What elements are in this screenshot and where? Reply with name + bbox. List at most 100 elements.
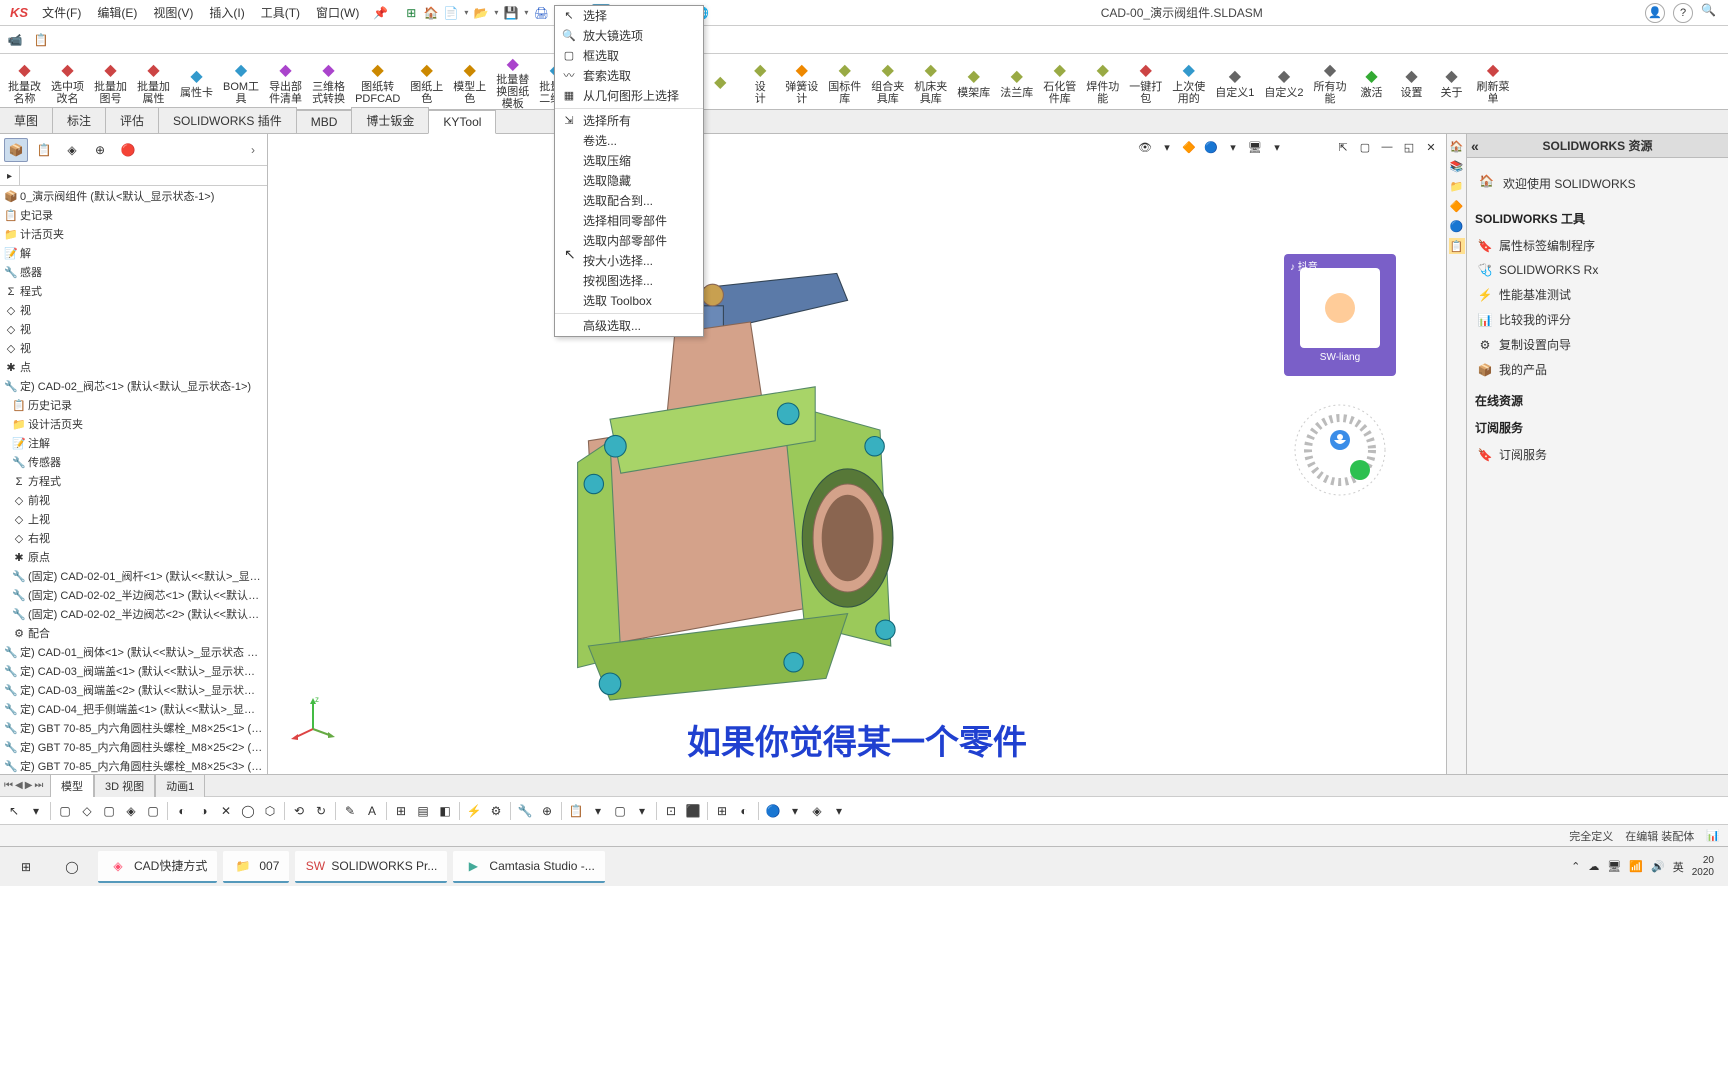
select-menu-item[interactable]: ▢框选取 [555,46,703,66]
tree-item[interactable]: ◇视 [0,302,267,321]
tree-item[interactable]: 📁计活页夹 [0,226,267,245]
menu-edit[interactable]: 编辑(E) [89,0,145,25]
tree-item[interactable]: ⚙配合 [0,625,267,644]
bottom-tool[interactable]: 🔵 [763,801,783,821]
menu-view[interactable]: 视图(V) [145,0,201,25]
bottom-tool[interactable]: ◇ [77,801,97,821]
prev-icon[interactable]: ◀ [15,780,23,791]
ft-tab-1[interactable]: 📦 [4,138,28,162]
status-unit-icon[interactable]: 📊 [1706,829,1720,842]
select-menu-item[interactable]: ↖选择 [555,6,703,26]
ft-sub-1[interactable]: ▸ [0,166,20,186]
select-menu-item[interactable]: 选取配合到... [555,191,703,211]
bottom-tool[interactable]: ✎ [340,801,360,821]
ribbon-btn-30[interactable]: ◆所有功 能 [1310,56,1351,108]
home-icon[interactable]: 🏠 [422,4,440,22]
tray-up-icon[interactable]: ⌃ [1571,860,1580,873]
ribbon-btn-0[interactable]: ◆批量改 名称 [4,56,45,108]
bottom-tool[interactable]: ✕ [216,801,236,821]
tp-item[interactable]: 🔖订阅服务 [1475,442,1720,467]
pin-icon[interactable]: 📌 [367,6,394,20]
ribbon-btn-10[interactable]: ◆模型上 色 [449,56,490,108]
tree-item[interactable]: 🔧定) CAD-02_阀芯<1> (默认<默认_显示状态-1>) [0,378,267,397]
collapse-icon[interactable]: « [1471,138,1479,154]
taskbar-folder[interactable]: 📁007 [223,851,289,883]
bottom-tool[interactable]: ▢ [143,801,163,821]
tree-item[interactable]: 📁设计活页夹 [0,416,267,435]
system-tray[interactable]: ⌃ ☁ 🖥 📶 🔊 英 202020 [1571,855,1722,879]
bottom-tool[interactable]: A [362,801,382,821]
ribbon-btn-34[interactable]: ◆刷新菜 单 [1473,56,1514,108]
tp-item[interactable]: 📦我的产品 [1475,357,1720,382]
tree-item[interactable]: 🔧(固定) CAD-02-02_半边阀芯<1> (默认<<默认>_显示状 [0,587,267,606]
tray-ime[interactable]: 英 [1673,859,1684,875]
menu-window[interactable]: 窗口(W) [308,0,367,25]
select-menu-item[interactable]: 选取隐藏 [555,171,703,191]
select-menu-item[interactable]: 选择相同零部件 [555,211,703,231]
bottom-tool[interactable]: ▢ [55,801,75,821]
view-triad[interactable]: z [288,694,338,744]
bottom-tool[interactable]: ⟲ [289,801,309,821]
bottom-tool[interactable]: ▢ [99,801,119,821]
menu-tools[interactable]: 工具(T) [253,0,308,25]
ribbon-btn-29[interactable]: ◆自定义2 [1260,56,1307,108]
ribbon-btn-11[interactable]: ◆批量替 换图纸 模板 [492,56,533,108]
save-icon[interactable]: 💾 [502,4,520,22]
ft-tab-5[interactable]: 🔴 [116,138,140,162]
bottom-tool[interactable]: ⊕ [537,801,557,821]
tab-KYTool[interactable]: KYTool [428,110,496,134]
ribbon-btn-2[interactable]: ◆批量加 图号 [90,56,131,108]
ribbon-btn-26[interactable]: ◆一键打 包 [1125,56,1166,108]
ribbon-btn-22[interactable]: ◆模架库 [953,56,994,108]
ft-tab-3[interactable]: ◈ [60,138,84,162]
ribbon-btn-21[interactable]: ◆机床夹 具库 [910,56,951,108]
ribbon-btn-16[interactable]: ◆ [701,56,739,108]
bottom-tool[interactable]: ◐ [734,801,754,821]
tab-SOLIDWORKS 插件[interactable]: SOLIDWORKS 插件 [158,107,297,133]
menu-insert[interactable]: 插入(I) [201,0,252,25]
bottom-tool[interactable]: ▢ [610,801,630,821]
tree-item[interactable]: ◇视 [0,321,267,340]
dropdown-icon[interactable]: ▾ [522,8,530,17]
tree-item[interactable]: 🔧定) CAD-01_阀体<1> (默认<<默认>_显示状态 1>) [0,644,267,663]
select-menu-item[interactable]: 卷选... [555,131,703,151]
tp-tab-view[interactable]: 🔶 [1449,198,1465,214]
tp-tab-file[interactable]: 📁 [1449,178,1465,194]
tab-model[interactable]: 模型 [50,774,94,797]
menu-file[interactable]: 文件(F) [34,0,89,25]
tree-item[interactable]: ◇视 [0,340,267,359]
bottom-tool[interactable]: 📋 [566,801,586,821]
tree-item[interactable]: ✱原点 [0,549,267,568]
tree-item[interactable]: 🔧感器 [0,264,267,283]
bottom-tool[interactable]: ⬡ [260,801,280,821]
ribbon-btn-33[interactable]: ◆关于 [1433,56,1471,108]
help-icon[interactable]: ? [1673,3,1693,23]
bottom-tool[interactable]: ▾ [632,801,652,821]
welcome-row[interactable]: 🏠 欢迎使用 SOLIDWORKS [1475,166,1720,200]
first-icon[interactable]: ⏮ [4,780,13,791]
bottom-tool[interactable]: ◯ [238,801,258,821]
tab-草图[interactable]: 草图 [0,107,53,133]
bottom-tool[interactable]: ▾ [26,801,46,821]
tray-vol-icon[interactable]: 🔊 [1651,860,1665,873]
tree-item[interactable]: 🔧定) GBT 70-85_内六角圆柱头螺栓_M8×25<1> (默认<<默 [0,720,267,739]
tree-item[interactable]: ◇右视 [0,530,267,549]
tree-item[interactable]: ✱点 [0,359,267,378]
expand-panel-icon[interactable]: › [243,143,263,157]
tp-tab-appear[interactable]: 🔵 [1449,218,1465,234]
ribbon-btn-6[interactable]: ◆导出部 件清单 [265,56,306,108]
taskbar-clock[interactable]: 202020 [1692,855,1714,879]
taskbar-solidworks[interactable]: SWSOLIDWORKS Pr... [295,851,447,883]
ribbon-btn-32[interactable]: ◆设置 [1393,56,1431,108]
select-menu-item[interactable]: 选取 Toolbox [555,291,703,311]
last-icon[interactable]: ⏭ [34,780,43,791]
tree-item[interactable]: 🔧定) GBT 70-85_内六角圆柱头螺栓_M8×25<3> (默认<<默 [0,758,267,774]
tab-anim[interactable]: 动画1 [155,774,205,797]
tree-item[interactable]: Σ程式 [0,283,267,302]
ribbon-btn-5[interactable]: ◆BOM工 具 [219,56,263,108]
tree-item[interactable]: 🔧(固定) CAD-02-01_阀杆<1> (默认<<默认>_显示状态 1>) [0,568,267,587]
bottom-tool[interactable]: ◈ [121,801,141,821]
select-menu-item[interactable]: ▦从几何图形上选择 [555,86,703,106]
dropdown-icon[interactable]: ▾ [462,8,470,17]
select-menu-item[interactable]: 高级选取... [555,316,703,336]
